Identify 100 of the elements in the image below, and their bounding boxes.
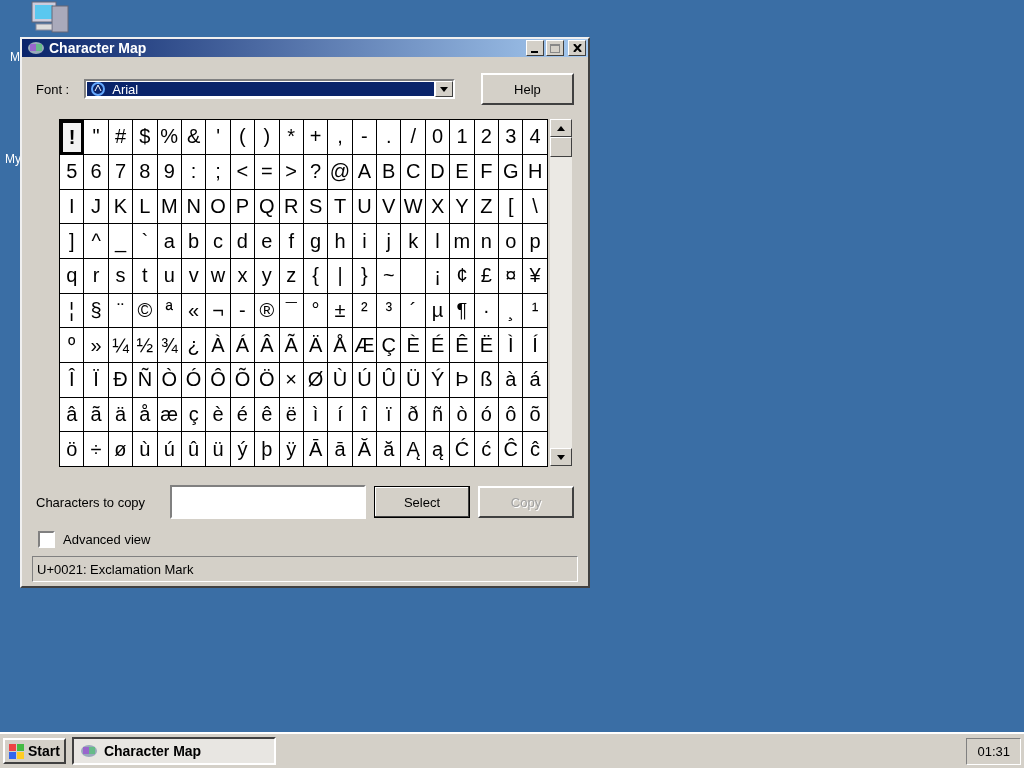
character-cell[interactable]: + bbox=[303, 120, 329, 155]
character-cell[interactable]: } bbox=[352, 258, 378, 294]
character-cell[interactable]: I bbox=[60, 189, 85, 225]
character-cell[interactable]: & bbox=[181, 120, 207, 155]
checkbox[interactable] bbox=[38, 531, 55, 548]
dropdown-button[interactable] bbox=[434, 81, 453, 98]
character-cell[interactable]: ã bbox=[84, 397, 109, 433]
character-cell[interactable]: O bbox=[206, 189, 231, 225]
character-cell[interactable]: D bbox=[425, 154, 451, 190]
character-cell[interactable]: Î bbox=[60, 362, 85, 398]
character-cell[interactable]: ç bbox=[181, 397, 207, 433]
scroll-up-button[interactable] bbox=[549, 119, 572, 138]
scroll-thumb[interactable] bbox=[549, 137, 572, 158]
character-cell[interactable]: g bbox=[303, 224, 329, 259]
scrollbar[interactable] bbox=[549, 119, 572, 467]
character-cell[interactable]: W bbox=[401, 189, 426, 225]
character-cell[interactable]: º bbox=[60, 328, 85, 363]
character-cell[interactable]: ĉ bbox=[523, 432, 548, 467]
character-cell[interactable]: Ă bbox=[352, 432, 378, 467]
character-cell[interactable]: . bbox=[377, 120, 402, 155]
character-cell[interactable]: á bbox=[523, 362, 548, 398]
character-cell[interactable]: ā bbox=[328, 432, 353, 467]
character-cell[interactable]: ú bbox=[157, 432, 182, 467]
character-cell[interactable]: Ú bbox=[352, 362, 378, 398]
character-cell[interactable]: ² bbox=[352, 293, 378, 329]
character-cell[interactable]: ½ bbox=[133, 328, 158, 363]
character-cell[interactable]: ) bbox=[255, 120, 280, 155]
character-cell[interactable]: ê bbox=[255, 397, 280, 433]
character-cell[interactable]: ý bbox=[230, 432, 256, 467]
character-cell[interactable]: % bbox=[157, 120, 182, 155]
character-cell[interactable]: ¡ bbox=[425, 258, 451, 294]
character-cell[interactable]: ± bbox=[328, 293, 353, 329]
character-cell[interactable]: Ã bbox=[279, 328, 304, 363]
character-cell[interactable]: d bbox=[230, 224, 256, 259]
character-cell[interactable]: ¿ bbox=[181, 328, 207, 363]
character-cell[interactable]: ô bbox=[499, 397, 524, 433]
character-cell[interactable]: N bbox=[181, 189, 207, 225]
desktop-icon-label[interactable]: My bbox=[5, 152, 21, 166]
character-cell[interactable]: â bbox=[60, 397, 85, 433]
character-cell[interactable]: " bbox=[84, 120, 109, 155]
character-cell[interactable]: i bbox=[352, 224, 378, 259]
character-cell[interactable]: Ø bbox=[303, 362, 329, 398]
character-cell[interactable] bbox=[401, 258, 426, 294]
character-cell[interactable]: Ą bbox=[401, 432, 426, 467]
character-cell[interactable]: à bbox=[499, 362, 524, 398]
character-cell[interactable]: 4 bbox=[523, 120, 548, 155]
character-cell[interactable]: î bbox=[352, 397, 378, 433]
checkbox-label[interactable]: Advanced view bbox=[63, 532, 151, 547]
character-cell[interactable]: ' bbox=[206, 120, 231, 155]
character-cell[interactable]: M bbox=[157, 189, 182, 225]
character-cell[interactable]: Ç bbox=[377, 328, 402, 363]
character-cell[interactable]: ¸ bbox=[499, 293, 524, 329]
character-cell[interactable]: È bbox=[401, 328, 426, 363]
character-cell[interactable]: A bbox=[352, 154, 378, 190]
character-cell[interactable]: ù bbox=[133, 432, 158, 467]
character-cell[interactable]: « bbox=[181, 293, 207, 329]
character-cell[interactable]: c bbox=[206, 224, 231, 259]
character-cell[interactable]: v bbox=[181, 258, 207, 294]
character-cell[interactable]: © bbox=[133, 293, 158, 329]
character-cell[interactable]: × bbox=[279, 362, 304, 398]
character-cell[interactable]: ¾ bbox=[157, 328, 182, 363]
character-cell[interactable]: ñ bbox=[425, 397, 451, 433]
character-cell[interactable]: Ü bbox=[401, 362, 426, 398]
character-cell[interactable]: Ā bbox=[303, 432, 329, 467]
character-cell[interactable]: ß bbox=[474, 362, 500, 398]
character-cell[interactable]: ³ bbox=[377, 293, 402, 329]
character-cell[interactable]: 1 bbox=[450, 120, 475, 155]
character-cell[interactable]: ¨ bbox=[108, 293, 134, 329]
character-cell[interactable]: ? bbox=[303, 154, 329, 190]
character-cell[interactable]: V bbox=[377, 189, 402, 225]
character-cell[interactable]: ï bbox=[377, 397, 402, 433]
character-cell[interactable]: , bbox=[328, 120, 353, 155]
character-cell[interactable]: À bbox=[206, 328, 231, 363]
character-cell[interactable]: s bbox=[108, 258, 134, 294]
character-cell[interactable]: f bbox=[279, 224, 304, 259]
character-cell[interactable]: ´ bbox=[401, 293, 426, 329]
character-cell[interactable]: u bbox=[157, 258, 182, 294]
character-cell[interactable]: Ñ bbox=[133, 362, 158, 398]
character-cell[interactable]: E bbox=[450, 154, 475, 190]
character-cell[interactable]: > bbox=[279, 154, 304, 190]
character-cell[interactable]: U bbox=[352, 189, 378, 225]
character-cell[interactable]: µ bbox=[425, 293, 451, 329]
character-cell[interactable]: J bbox=[84, 189, 109, 225]
character-cell[interactable]: · bbox=[474, 293, 500, 329]
character-cell[interactable]: ð bbox=[401, 397, 426, 433]
character-cell[interactable]: F bbox=[474, 154, 500, 190]
character-cell[interactable]: # bbox=[108, 120, 134, 155]
character-cell[interactable]: Ä bbox=[303, 328, 329, 363]
character-cell[interactable]: Z bbox=[474, 189, 500, 225]
character-cell[interactable]: ą bbox=[425, 432, 451, 467]
character-cell[interactable]: T bbox=[328, 189, 353, 225]
character-cell[interactable]: t bbox=[133, 258, 158, 294]
taskbar-button[interactable]: Character Map bbox=[71, 737, 276, 765]
character-cell[interactable]: Ô bbox=[206, 362, 231, 398]
character-cell[interactable]: - bbox=[230, 293, 256, 329]
character-cell[interactable]: o bbox=[499, 224, 524, 259]
character-cell[interactable]: p bbox=[523, 224, 548, 259]
character-cell[interactable]: ! bbox=[60, 120, 85, 155]
character-cell[interactable]: ¹ bbox=[523, 293, 548, 329]
character-cell[interactable]: ó bbox=[474, 397, 500, 433]
